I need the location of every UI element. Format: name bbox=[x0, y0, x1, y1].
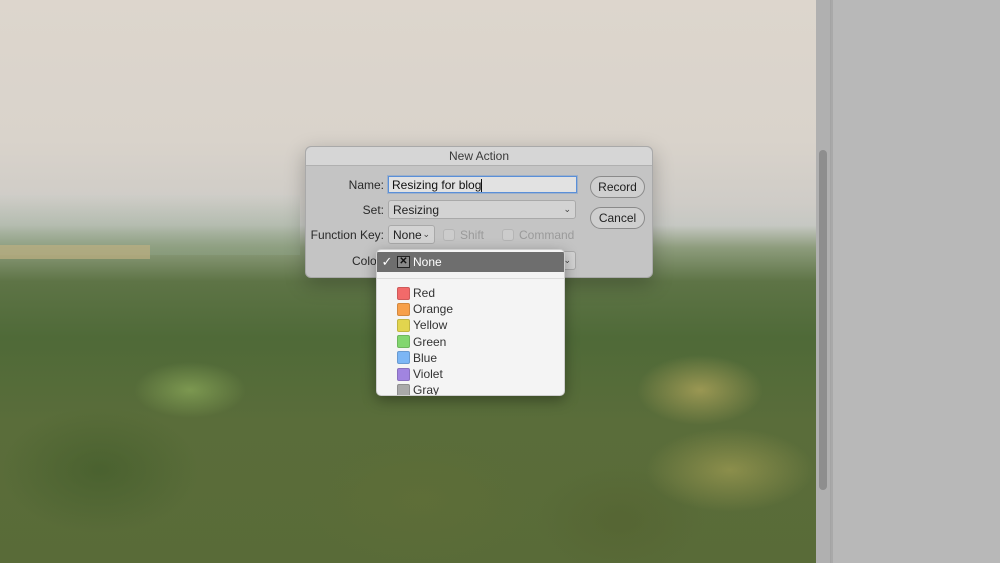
vertical-scrollbar[interactable] bbox=[816, 0, 831, 563]
function-key-select[interactable]: None ⌄ bbox=[388, 225, 435, 244]
menu-item-gray[interactable]: Gray bbox=[377, 382, 564, 396]
chevron-down-icon: ⌄ bbox=[563, 204, 571, 214]
set-select[interactable]: Resizing ⌄ bbox=[388, 200, 576, 219]
name-value: Resizing for blog bbox=[392, 178, 482, 192]
menu-item-blue[interactable]: Blue bbox=[377, 350, 564, 366]
dialog-title: New Action bbox=[306, 147, 652, 166]
menu-item-label: Blue bbox=[413, 350, 438, 365]
shift-label: Shift bbox=[460, 228, 485, 242]
menu-item-green[interactable]: Green bbox=[377, 334, 564, 350]
name-label: Name: bbox=[348, 178, 384, 192]
color-dropdown-menu: ✓ ✕ None Red Orange Yellow Green Blue Violet G… bbox=[376, 249, 565, 396]
menu-item-label: Green bbox=[413, 334, 447, 349]
menu-separator bbox=[377, 278, 564, 279]
set-value: Resizing bbox=[393, 202, 440, 217]
color-swatch-icon bbox=[397, 318, 410, 332]
scrollbar-thumb[interactable] bbox=[819, 150, 827, 490]
menu-item-label: Gray bbox=[413, 383, 440, 396]
menu-item-violet[interactable]: Violet bbox=[377, 366, 564, 382]
menu-item-yellow[interactable]: Yellow bbox=[377, 317, 564, 333]
color-swatch-icon bbox=[397, 335, 410, 349]
chevron-down-icon: ⌄ bbox=[422, 229, 430, 239]
function-key-label: Function Key: bbox=[310, 228, 384, 242]
name-input[interactable]: Resizing for blog bbox=[388, 176, 577, 193]
cancel-button[interactable]: Cancel bbox=[590, 207, 645, 229]
side-panel bbox=[833, 0, 1000, 563]
shift-option: Shift bbox=[443, 228, 484, 242]
color-swatch-icon bbox=[397, 351, 410, 365]
canvas-field bbox=[0, 245, 150, 259]
color-swatch-icon bbox=[397, 367, 410, 381]
color-swatch-icon bbox=[397, 383, 410, 395]
text-caret bbox=[481, 179, 483, 193]
x-box-icon: ✕ bbox=[397, 256, 410, 268]
set-label: Set: bbox=[362, 203, 384, 217]
color-swatch-icon bbox=[397, 302, 410, 316]
checkmark-icon: ✓ bbox=[381, 254, 393, 269]
color-swatch-icon bbox=[397, 286, 410, 300]
command-checkbox[interactable] bbox=[502, 229, 514, 241]
menu-item-red[interactable]: Red bbox=[377, 285, 564, 301]
menu-item-label: Yellow bbox=[413, 318, 448, 333]
color-label: Color: bbox=[351, 254, 384, 268]
shift-checkbox[interactable] bbox=[443, 229, 455, 241]
menu-item-orange[interactable]: Orange bbox=[377, 301, 564, 317]
command-option: Command bbox=[502, 228, 574, 242]
menu-item-none[interactable]: ✓ ✕ None bbox=[377, 252, 564, 272]
function-key-value: None bbox=[393, 227, 422, 242]
menu-item-label: Red bbox=[413, 286, 436, 301]
record-button[interactable]: Record bbox=[590, 176, 645, 198]
command-label: Command bbox=[519, 228, 575, 242]
menu-item-label: None bbox=[413, 255, 442, 269]
menu-item-label: Orange bbox=[413, 302, 454, 317]
menu-item-label: Violet bbox=[413, 367, 443, 382]
